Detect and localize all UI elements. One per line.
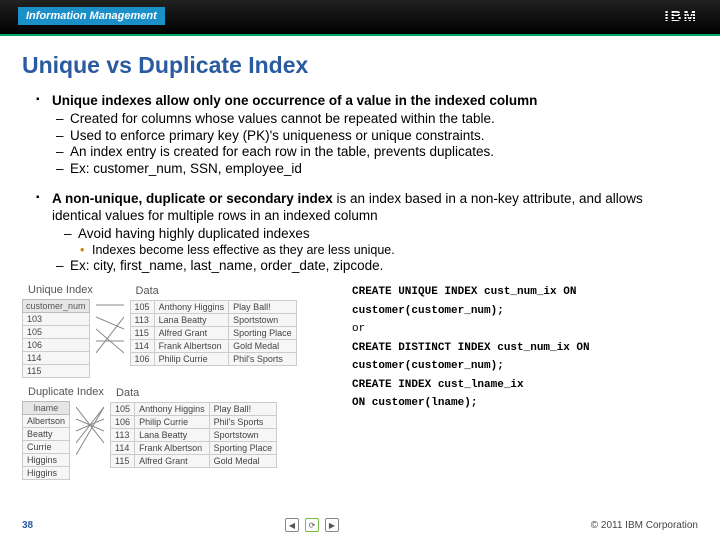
- footer: 38 ◀ ⟳ ▶ © 2011 IBM Corporation: [0, 518, 720, 532]
- content-body: Unique indexes allow only one occurrence…: [36, 93, 684, 274]
- sql-or: or: [352, 321, 698, 338]
- sub-example-nonunique: Ex: city, first_name, last_name, order_d…: [36, 258, 684, 274]
- nav-refresh-icon[interactable]: ⟳: [305, 518, 319, 532]
- slide-number: 38: [22, 520, 33, 531]
- sql-line: customer(customer_num);: [352, 303, 698, 320]
- data-label-1: Data: [136, 285, 297, 297]
- unique-index-table: customer_num 103105106114115: [22, 299, 90, 378]
- ibm-logo: IBM: [665, 8, 699, 25]
- sub-index-entry: An index entry is created for each row i…: [36, 144, 684, 160]
- nav-icons: ◀ ⟳ ▶: [285, 518, 339, 532]
- sub-example-unique: Ex: customer_num, SSN, employee_id: [36, 161, 684, 177]
- brand-chip: Information Management: [18, 7, 165, 25]
- subsub-less-effective: Indexes become less effective as they ar…: [36, 243, 684, 258]
- nav-next-icon[interactable]: ▶: [325, 518, 339, 532]
- sub-enforce-pk: Used to enforce primary key (PK)'s uniqu…: [36, 128, 684, 144]
- duplicate-index-table: lname AlbertsonBeattyCurrieHigginsHiggin…: [22, 401, 70, 480]
- copyright-text: © 2011 IBM Corporation: [591, 520, 698, 531]
- sub-avoid-dup: Avoid having highly duplicated indexes: [36, 226, 684, 242]
- slide-title: Unique vs Duplicate Index: [22, 52, 698, 79]
- connector-lines-2: [76, 401, 104, 480]
- connector-lines: [96, 299, 124, 378]
- header-bar: Information Management IBM: [0, 0, 720, 36]
- sql-block: CREATE UNIQUE INDEX cust_num_ix ON custo…: [352, 282, 698, 488]
- sql-line: CREATE INDEX cust_lname_ix: [352, 377, 698, 394]
- sql-line: CREATE UNIQUE INDEX cust_num_ix ON: [352, 284, 698, 301]
- bullet-unique-index: Unique indexes allow only one occurrence…: [36, 93, 684, 109]
- data-table-1: 105Anthony HigginsPlay Ball!113Lana Beat…: [130, 300, 297, 366]
- nav-prev-icon[interactable]: ◀: [285, 518, 299, 532]
- sql-line: ON customer(lname);: [352, 395, 698, 412]
- diagram-block: Unique Index customer_num 10310510611411…: [22, 282, 342, 488]
- sub-created-for: Created for columns whose values cannot …: [36, 111, 684, 127]
- sql-line: customer(customer_num);: [352, 358, 698, 375]
- bullet-nonunique-index: A non-unique, duplicate or secondary ind…: [36, 191, 684, 224]
- lower-region: Unique Index customer_num 10310510611411…: [22, 282, 698, 488]
- data-label-2: Data: [116, 387, 277, 399]
- sql-line: CREATE DISTINCT INDEX cust_num_ix ON: [352, 340, 698, 357]
- data-table-2: 105Anthony HigginsPlay Ball!106Philip Cu…: [110, 402, 277, 468]
